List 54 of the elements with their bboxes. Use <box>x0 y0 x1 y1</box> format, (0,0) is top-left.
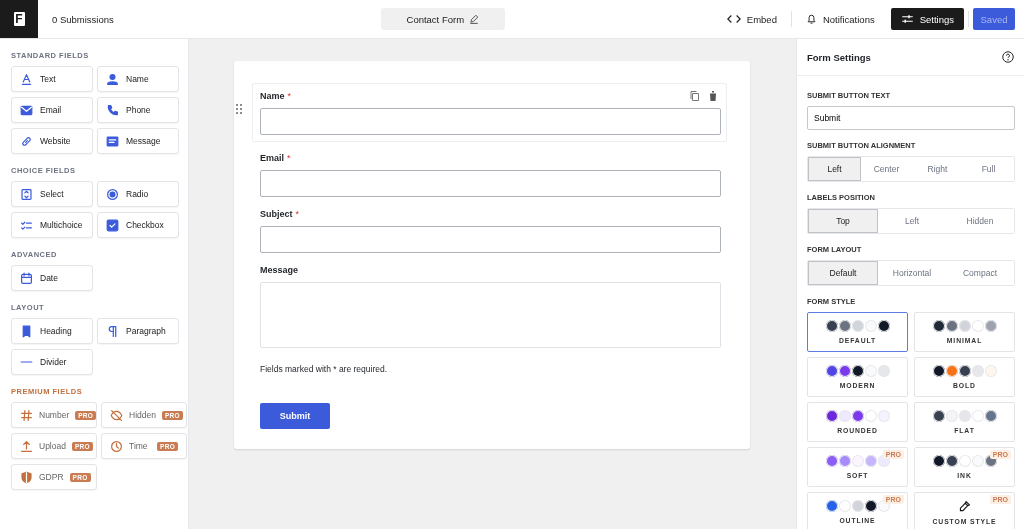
field-type-button[interactable]: Checkbox <box>97 212 179 238</box>
field-type-button[interactable]: Radio <box>97 181 179 207</box>
pencil-icon <box>469 14 480 24</box>
checkbox-icon <box>106 218 119 232</box>
field-label: Name <box>260 91 285 101</box>
message-field[interactable] <box>260 282 721 348</box>
field-label: Email <box>260 153 284 163</box>
field-type-button[interactable]: Divider <box>11 349 93 375</box>
notifications-button[interactable]: Notifications <box>795 8 885 30</box>
panel-title: Form Settings <box>807 51 871 63</box>
radio-icon <box>106 187 119 201</box>
segment-option[interactable]: Top <box>808 209 878 233</box>
divider-icon <box>20 361 33 363</box>
field-type-button[interactable]: Phone <box>97 97 179 123</box>
code-icon <box>726 14 741 24</box>
phone-icon <box>106 103 119 117</box>
text-field[interactable] <box>260 108 721 135</box>
settings-button[interactable]: Settings <box>890 8 964 30</box>
logo[interactable]: F <box>0 0 38 38</box>
paragraph-icon <box>106 324 119 338</box>
text-field[interactable] <box>260 226 721 253</box>
embed-button[interactable]: Embed <box>716 8 787 30</box>
email-icon <box>20 103 33 117</box>
required-mark: * <box>287 91 292 101</box>
segment-option[interactable]: Default <box>808 261 878 285</box>
field-type-button[interactable]: Multichoice <box>11 212 93 238</box>
field-type-button[interactable]: Website <box>11 128 93 154</box>
eyedropper-icon <box>958 499 971 513</box>
field-type-button[interactable]: Select <box>11 181 93 207</box>
submit-button[interactable]: Submit <box>260 403 330 429</box>
field-type-button[interactable]: Date <box>11 265 93 291</box>
required-mark: * <box>295 209 300 219</box>
field-type-button[interactable]: Paragraph <box>97 318 179 344</box>
text-field[interactable] <box>260 170 721 197</box>
field-label: Subject <box>260 209 293 219</box>
field-label: Message <box>260 265 299 275</box>
bell-icon <box>805 13 817 25</box>
required-note: Fields marked with * are required. <box>260 364 389 374</box>
submissions-count[interactable]: 0 Submissions <box>52 13 114 25</box>
field-type-button[interactable]: Name <box>97 66 179 92</box>
copy-icon[interactable] <box>690 91 699 101</box>
trash-icon[interactable] <box>709 91 717 101</box>
submit-text-field[interactable]: Submit <box>807 106 1015 130</box>
field-type-button[interactable]: Heading <box>11 318 93 344</box>
field-type-button[interactable]: Text <box>11 66 93 92</box>
help-icon[interactable] <box>1002 51 1014 63</box>
segment-option[interactable]: Left <box>808 157 861 181</box>
required-mark: * <box>287 153 291 163</box>
form-name-button[interactable]: Contact Form <box>380 8 506 30</box>
field-type-button[interactable]: Email <box>11 97 93 123</box>
drag-handle-icon[interactable] <box>236 104 242 114</box>
upload-icon <box>20 439 33 453</box>
field-type-button[interactable]: Message <box>97 128 179 154</box>
sliders-icon <box>900 13 914 25</box>
